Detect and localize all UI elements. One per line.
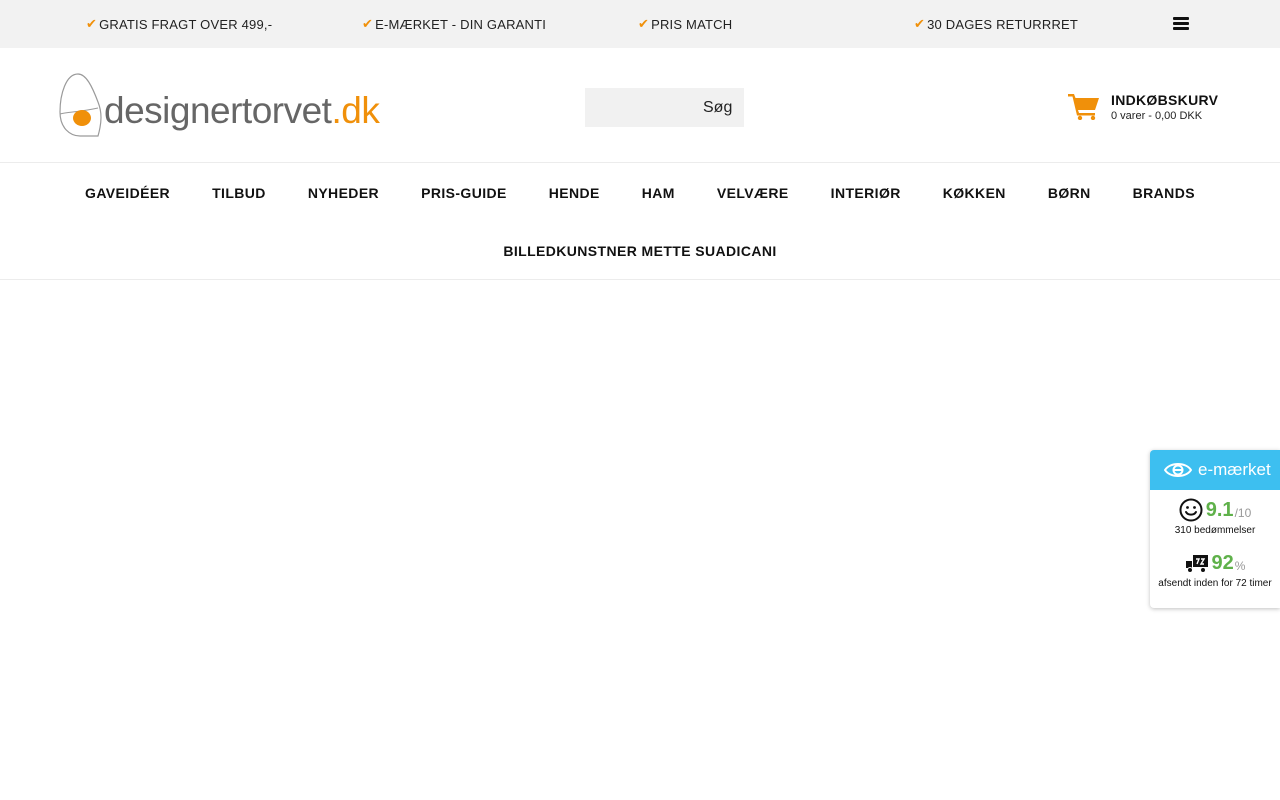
check-icon: ✔ [86,16,98,31]
emaerket-shipping: 92 % afsendt inden for 72 timer [1150,552,1280,589]
rating-caption: 310 bedømmelser [1174,525,1256,536]
nav-item-velvaere[interactable]: VELVÆRE [696,185,810,201]
usp-price-match: ✔ PRIS MATCH [638,0,732,48]
emaerket-rating: 9.1 /10 310 bedømmelser [1150,498,1280,536]
usp-label: 30 DAGES RETURRRET [927,16,1079,32]
main-navigation: GAVEIDÉER TILBUD NYHEDER PRIS-GUIDE HEND… [0,164,1280,280]
rating-score: 9.1 [1205,498,1234,521]
usp-emaerket: ✔ E-MÆRKET - DIN GARANTI [362,0,546,48]
usp-return-policy: ✔ 30 DAGES RETURRRET [914,0,1078,48]
nav-row: BILLEDKUNSTNER METTE SUADICANI [0,222,1280,280]
eye-icon [1164,463,1192,477]
emaerket-header: e-mærket [1150,450,1280,490]
nav-item-ham[interactable]: HAM [621,185,696,201]
emaerket-widget[interactable]: e-mærket 9.1 /10 310 bedømmelser 92 % af… [1150,450,1280,608]
nav-item-hende[interactable]: HENDE [528,185,621,201]
site-logo[interactable]: designertorvet.dk [58,72,380,138]
nav-item-tilbud[interactable]: TILBUD [191,185,287,201]
rating-max: /10 [1234,505,1252,520]
search-input[interactable] [585,88,695,127]
nav-item-brands[interactable]: BRANDS [1112,185,1216,201]
hamburger-menu-icon[interactable] [1170,14,1192,34]
nav-item-pris-guide[interactable]: PRIS-GUIDE [400,185,528,201]
usp-label: PRIS MATCH [651,16,733,32]
shipping-unit: % [1234,559,1246,573]
usp-bar: ✔ GRATIS FRAGT OVER 499,- ✔ E-MÆRKET - D… [0,0,1280,48]
nav-row: GAVEIDÉER TILBUD NYHEDER PRIS-GUIDE HEND… [0,164,1280,222]
cart-widget[interactable]: INDKØBSKURV 0 varer - 0,00 DKK [1068,90,1228,130]
usp-free-shipping: ✔ GRATIS FRAGT OVER 499,- [86,0,272,48]
usp-label: GRATIS FRAGT OVER 499,- [99,16,273,32]
check-icon: ✔ [914,16,926,31]
smiley-icon [1179,498,1203,522]
shipping-value: 92 [1211,552,1234,574]
search-box: Søg [585,88,744,127]
logo-wordmark: designertorvet.dk [104,90,380,131]
usp-label: E-MÆRKET - DIN GARANTI [375,16,547,32]
search-button[interactable]: Søg [695,88,744,127]
shipping-caption: afsendt inden for 72 timer [1158,578,1272,589]
nav-item-nyheder[interactable]: NYHEDER [287,185,400,201]
emaerket-title: e-mærket [1198,460,1271,479]
nav-item-born[interactable]: BØRN [1027,185,1112,201]
cart-summary: 0 varer - 0,00 DKK [1111,110,1203,122]
shopping-cart-icon [1068,94,1099,120]
nav-item-kokken[interactable]: KØKKEN [922,185,1027,201]
cart-title: INDKØBSKURV [1111,92,1219,108]
delivery-truck-icon [1185,554,1208,573]
egg-logo-icon [59,73,102,137]
check-icon: ✔ [362,16,374,31]
nav-item-gaveideer[interactable]: GAVEIDÉER [64,185,191,201]
nav-item-billedkunstner[interactable]: BILLEDKUNSTNER METTE SUADICANI [482,243,797,259]
nav-item-interior[interactable]: INTERIØR [810,185,922,201]
site-header: designertorvet.dk Søg INDKØBSKURV 0 vare… [0,48,1280,163]
check-icon: ✔ [638,16,650,31]
